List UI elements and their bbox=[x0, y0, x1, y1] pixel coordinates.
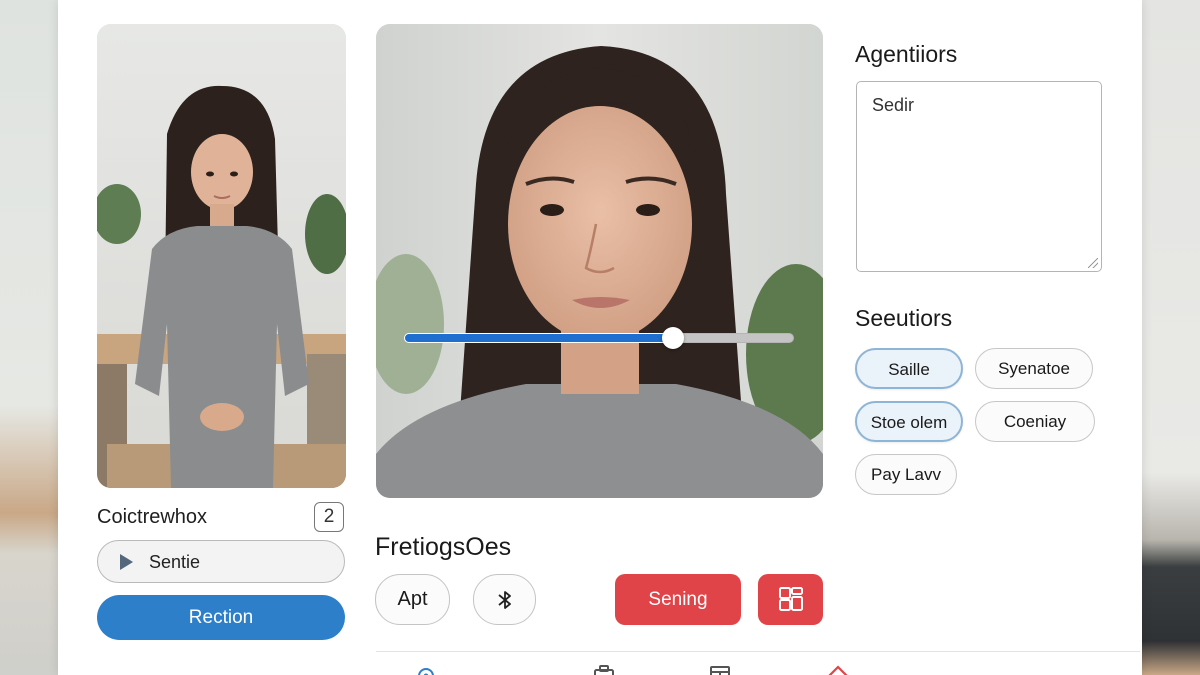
grid-button[interactable] bbox=[758, 574, 823, 625]
background-right bbox=[1142, 0, 1200, 675]
table-icon[interactable] bbox=[708, 664, 732, 675]
chip-coeniay[interactable]: Coeniay bbox=[975, 401, 1095, 442]
notes-textarea[interactable]: Sedir bbox=[856, 81, 1102, 272]
select-value: Sentie bbox=[149, 552, 201, 572]
chip-saille[interactable]: Saille bbox=[855, 348, 963, 389]
home-icon[interactable] bbox=[826, 664, 850, 675]
background-left bbox=[0, 0, 58, 675]
portrait-woman-image bbox=[376, 24, 823, 498]
options-title: FretiogsOes bbox=[375, 533, 512, 561]
agent-title: Agentiiors bbox=[855, 41, 958, 67]
adjustment-slider[interactable] bbox=[404, 327, 794, 349]
main-panel: Coictrewhox 2 Sentie Rection FretiogsOes… bbox=[58, 0, 1142, 675]
resize-grip-icon[interactable] bbox=[1088, 258, 1098, 268]
chip-syenatoe[interactable]: Syenatoe bbox=[975, 348, 1093, 389]
left-section-heading: Coictrewhox bbox=[97, 506, 208, 528]
portrait-preview bbox=[376, 24, 823, 498]
count-badge: 2 bbox=[314, 502, 344, 532]
chip-pay-lavv[interactable]: Pay Lavv bbox=[855, 454, 957, 495]
standing-woman-image bbox=[97, 24, 346, 488]
play-icon bbox=[120, 554, 133, 570]
slider-thumb[interactable] bbox=[662, 327, 685, 349]
bluetooth-icon bbox=[497, 591, 511, 609]
sening-button[interactable]: Sening bbox=[615, 574, 741, 625]
primary-action-button[interactable]: Rection bbox=[97, 595, 345, 640]
slider-fill bbox=[404, 333, 674, 343]
bottom-nav-bar bbox=[376, 651, 1140, 675]
chip-stoe-olem[interactable]: Stoe olem bbox=[855, 401, 963, 442]
notes-value: Sedir bbox=[872, 95, 915, 115]
apt-button[interactable]: Apt bbox=[375, 574, 450, 625]
settings-icon[interactable] bbox=[414, 664, 438, 675]
photo-thumbnail[interactable] bbox=[97, 24, 346, 488]
layout-grid-icon bbox=[778, 587, 803, 611]
playback-select[interactable]: Sentie bbox=[97, 540, 345, 583]
sections-title: Seeutiors bbox=[855, 305, 953, 331]
bluetooth-button[interactable] bbox=[473, 574, 536, 625]
briefcase-icon[interactable] bbox=[592, 664, 616, 675]
